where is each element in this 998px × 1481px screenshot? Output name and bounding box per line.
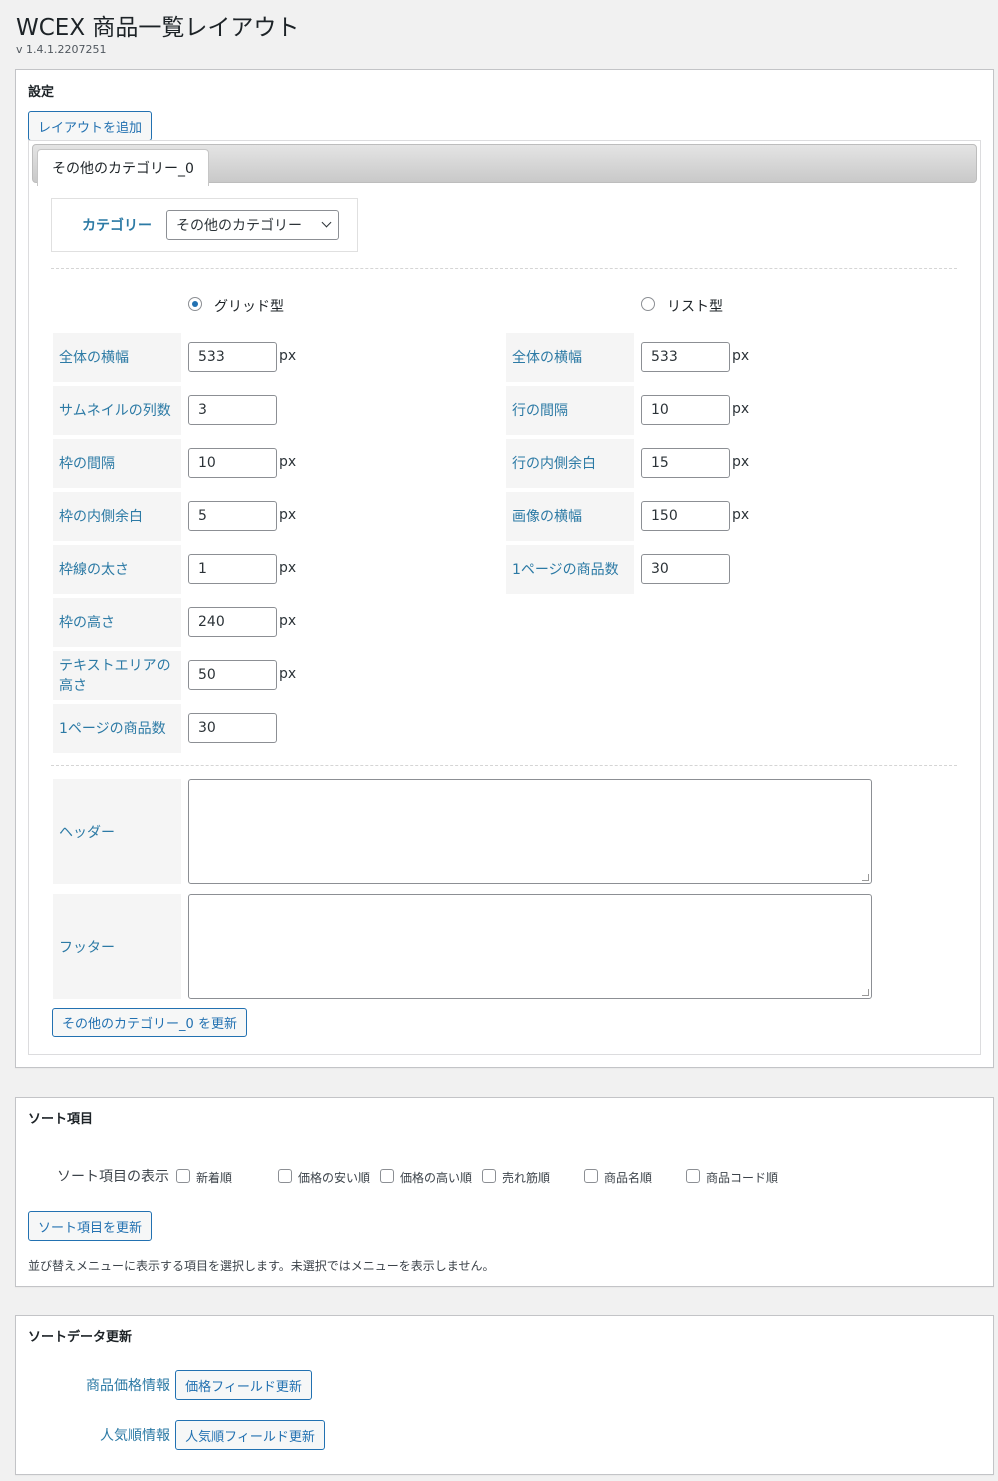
price-info-label: 商品価格情報 xyxy=(86,1378,170,1394)
sort-option-label: 価格の高い順 xyxy=(400,1171,473,1185)
version-label: v 1.4.1.2207251 xyxy=(16,43,107,56)
update-layout-button[interactable]: その他のカテゴリー_0 を更新 xyxy=(52,1008,247,1037)
list-field-label: 全体の横幅 xyxy=(506,333,634,382)
sort-option-label: 価格の安い順 xyxy=(298,1171,371,1185)
tab-bar: その他のカテゴリー_0 xyxy=(32,144,977,186)
grid-field-label: 枠の高さ xyxy=(53,598,181,647)
list-field-unit: px xyxy=(732,454,750,470)
sort-display-label: ソート項目の表示 xyxy=(57,1169,169,1185)
list-field-input[interactable]: 10 xyxy=(641,395,730,425)
category-box: カテゴリー その他のカテゴリー xyxy=(51,198,358,252)
grid-field-input[interactable]: 533 xyxy=(188,342,277,372)
grid-field-input[interactable]: 10 xyxy=(188,448,277,478)
sort-items-panel: ソート項目 ソート項目の表示 新着順 価格の安い順 価格の高い順 売れ筋順 商品… xyxy=(15,1097,994,1287)
popularity-field-update-button[interactable]: 人気順フィールド更新 xyxy=(175,1420,325,1450)
list-field-unit: px xyxy=(732,401,750,417)
category-label: カテゴリー xyxy=(82,218,152,234)
grid-field-input[interactable]: 3 xyxy=(188,395,277,425)
sort-option-checkbox[interactable] xyxy=(278,1169,292,1183)
grid-field-unit: px xyxy=(279,348,297,364)
list-field-input[interactable]: 15 xyxy=(641,448,730,478)
grid-field-label: 枠の内側余白 xyxy=(53,492,181,541)
grid-field-unit: px xyxy=(279,613,297,629)
add-layout-button[interactable]: レイアウトを追加 xyxy=(28,111,152,141)
grid-layout-radio[interactable] xyxy=(188,297,202,311)
header-label: ヘッダー xyxy=(53,779,181,884)
footer-label: フッター xyxy=(53,894,181,999)
list-layout-label: リスト型 xyxy=(667,299,723,315)
list-field-label: 1ページの商品数 xyxy=(506,545,634,594)
grid-field-unit: px xyxy=(279,560,297,576)
sort-option-checkbox[interactable] xyxy=(176,1169,190,1183)
grid-field-label: 枠の間隔 xyxy=(53,439,181,488)
page-title: WCEX 商品一覧レイアウト xyxy=(16,15,300,41)
grid-field-input[interactable]: 5 xyxy=(188,501,277,531)
grid-field-input[interactable]: 30 xyxy=(188,713,277,743)
grid-field-label: テキストエリアの高さ xyxy=(53,651,181,700)
list-field-label: 画像の横幅 xyxy=(506,492,634,541)
sort-option-checkbox[interactable] xyxy=(482,1169,496,1183)
list-field-unit: px xyxy=(732,507,750,523)
sort-option-checkbox[interactable] xyxy=(686,1169,700,1183)
category-select[interactable]: その他のカテゴリー xyxy=(166,210,339,240)
grid-field-input[interactable]: 50 xyxy=(188,660,277,690)
sort-option-label: 売れ筋順 xyxy=(502,1171,551,1185)
list-field-unit: px xyxy=(732,348,750,364)
list-layout-radio[interactable] xyxy=(641,297,655,311)
divider xyxy=(51,268,957,269)
sort-option-label: 商品コード順 xyxy=(706,1171,779,1185)
category-select-value: その他のカテゴリー xyxy=(176,218,302,234)
sort-items-note: 並び替えメニューに表示する項目を選択します。未選択ではメニューを表示しません。 xyxy=(28,1259,495,1273)
tab-layout-0[interactable]: その他のカテゴリー_0 xyxy=(37,149,209,186)
grid-field-unit: px xyxy=(279,454,297,470)
list-field-input[interactable]: 30 xyxy=(641,554,730,584)
sort-option-checkbox[interactable] xyxy=(380,1169,394,1183)
grid-field-label: 全体の横幅 xyxy=(53,333,181,382)
sort-data-title: ソートデータ更新 xyxy=(28,1330,133,1345)
sort-option-label: 商品名順 xyxy=(604,1171,653,1185)
sort-data-panel: ソートデータ更新 商品価格情報 価格フィールド更新 人気順情報 人気順フィールド… xyxy=(15,1315,994,1475)
list-field-label: 行の間隔 xyxy=(506,386,634,435)
sort-items-title: ソート項目 xyxy=(28,1112,94,1127)
grid-field-input[interactable]: 1 xyxy=(188,554,277,584)
settings-title: 設定 xyxy=(28,85,55,100)
sort-option-checkbox[interactable] xyxy=(584,1169,598,1183)
grid-field-unit: px xyxy=(279,666,297,682)
grid-field-input[interactable]: 240 xyxy=(188,607,277,637)
chevron-down-icon xyxy=(321,217,332,228)
grid-field-unit: px xyxy=(279,507,297,523)
popularity-info-label: 人気順情報 xyxy=(100,1428,170,1444)
list-field-label: 行の内側余白 xyxy=(506,439,634,488)
update-sort-items-button[interactable]: ソート項目を更新 xyxy=(28,1211,152,1241)
grid-field-label: サムネイルの列数 xyxy=(53,386,181,435)
grid-field-label: 1ページの商品数 xyxy=(53,704,181,753)
list-field-input[interactable]: 533 xyxy=(641,342,730,372)
header-textarea[interactable] xyxy=(188,779,872,884)
sort-option-label: 新着順 xyxy=(196,1171,233,1185)
grid-layout-label: グリッド型 xyxy=(214,299,284,315)
list-field-input[interactable]: 150 xyxy=(641,501,730,531)
divider xyxy=(51,765,957,766)
footer-textarea[interactable] xyxy=(188,894,872,999)
price-field-update-button[interactable]: 価格フィールド更新 xyxy=(175,1370,312,1400)
grid-field-label: 枠線の太さ xyxy=(53,545,181,594)
